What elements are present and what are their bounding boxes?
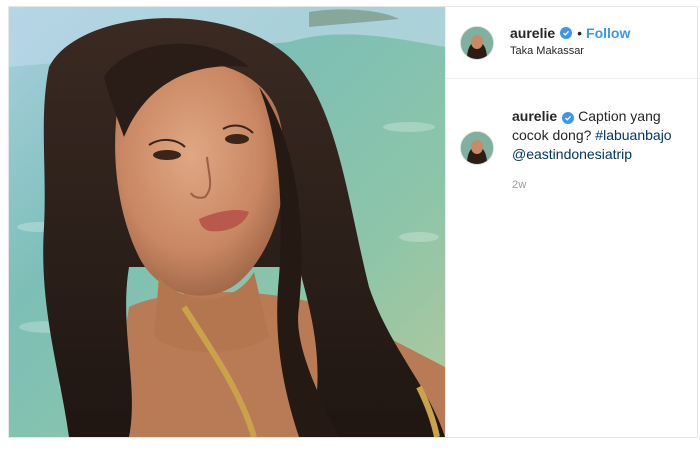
instagram-post: aurelie • Follow Taka Makassar aurelie C… (8, 6, 700, 438)
post-timestamp[interactable]: 2w (512, 176, 692, 195)
post-photo[interactable] (9, 7, 445, 437)
separator-dot: • (577, 24, 583, 41)
verified-badge-icon (560, 26, 573, 39)
caption-body: aurelie Caption yang cocok dong? #labuanb… (512, 107, 692, 195)
mention-link[interactable]: @eastindonesiatrip (512, 146, 632, 162)
caption-username[interactable]: aurelie (512, 108, 557, 124)
caption-avatar[interactable] (460, 131, 494, 165)
hashtag-link[interactable]: #labuanbajo (595, 127, 671, 143)
profile-avatar[interactable] (460, 25, 494, 60)
location-link[interactable]: Taka Makassar (510, 45, 630, 57)
post-header: aurelie • Follow Taka Makassar (446, 7, 700, 79)
header-text: aurelie • Follow Taka Makassar (510, 25, 630, 57)
caption-comment: aurelie Caption yang cocok dong? #labuanb… (446, 79, 700, 195)
verified-badge-icon (562, 112, 575, 124)
selfie-image (9, 7, 445, 437)
follow-button[interactable]: Follow (586, 25, 630, 41)
header-username[interactable]: aurelie (510, 25, 555, 41)
post-sidebar: aurelie • Follow Taka Makassar aurelie C… (445, 7, 700, 437)
avatar-image (461, 132, 493, 164)
avatar-image (461, 26, 493, 59)
